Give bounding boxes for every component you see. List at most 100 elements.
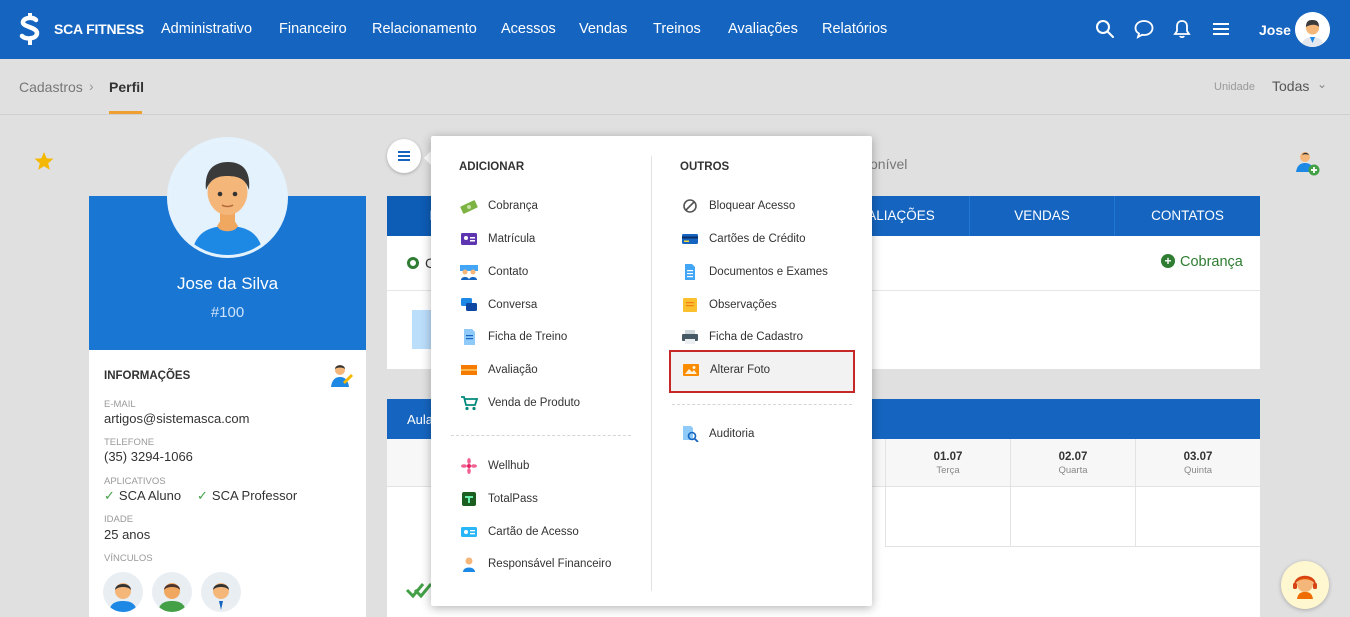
calendar-day-cell[interactable]	[1135, 487, 1260, 547]
support-chat-button[interactable]	[1281, 561, 1329, 609]
menu-item-label: Contato	[488, 266, 529, 278]
age-value: 25 anos	[104, 527, 151, 542]
bell-icon[interactable]	[1171, 18, 1193, 40]
nav-relatorios[interactable]: Relatórios	[822, 21, 887, 37]
menu-item-label: Observações	[709, 299, 777, 311]
dropdown-divider	[451, 435, 631, 436]
edit-user-icon[interactable]	[329, 363, 353, 389]
menu-item-label: Documentos e Exames	[709, 266, 828, 278]
add-user-icon[interactable]	[1294, 150, 1320, 176]
dropdown-column-divider	[651, 156, 652, 591]
actions-menu-button[interactable]	[387, 139, 421, 173]
linked-person-avatar[interactable]	[201, 572, 241, 612]
calendar-day-cell[interactable]	[1010, 487, 1135, 547]
person-avatar-icon	[109, 583, 137, 612]
nav-acessos[interactable]: Acessos	[501, 21, 556, 37]
hamburger-menu-icon[interactable]	[1210, 18, 1232, 40]
calendar-day-header[interactable]: 02.07 Quarta	[1010, 439, 1135, 487]
document-icon	[685, 264, 695, 280]
breadcrumb: Cadastros › Perfil Unidade Todas ⌄	[0, 59, 1350, 115]
menu-item-label: Conversa	[488, 299, 538, 311]
add-cobranca-label: Cobrança	[1180, 254, 1243, 270]
app-name: SCA Professor	[211, 488, 298, 503]
nav-vendas[interactable]: Vendas	[579, 21, 627, 37]
tab-contatos[interactable]: CONTATOS	[1114, 196, 1260, 236]
menu-item-label: Ficha de Cadastro	[709, 331, 803, 343]
dropdown-add-title: ADICIONAR	[459, 161, 525, 173]
menu-item-label: Bloquear Acesso	[709, 200, 796, 212]
day-name: Quinta	[1184, 465, 1212, 476]
sticky-note-icon	[683, 298, 697, 312]
linked-person-avatar[interactable]	[152, 572, 192, 612]
menu-item-label: Avaliação	[488, 364, 538, 376]
info-title: INFORMAÇÕES	[104, 370, 191, 382]
email-label: E-MAIL	[104, 399, 136, 410]
menu-item-label: Wellhub	[488, 460, 530, 472]
user-avatar[interactable]	[1295, 12, 1330, 47]
printer-icon	[682, 330, 698, 344]
menu-item-label: Matrícula	[488, 233, 536, 245]
nav-avaliacoes[interactable]: Avaliações	[728, 21, 798, 37]
check-icon: ✓	[197, 488, 208, 503]
person-avatar-icon	[207, 583, 235, 612]
links-label: VÍNCULOS	[104, 553, 153, 564]
day-date: 02.07	[1058, 451, 1088, 463]
credit-card-icon	[682, 234, 698, 244]
calendar-day-header[interactable]: 01.07 Terça	[885, 439, 1010, 487]
day-name: Terça	[936, 465, 960, 476]
totalpass-icon	[462, 492, 476, 506]
menu-item-label: Cobrança	[488, 200, 538, 212]
classes-panel-title: Aula	[407, 412, 434, 427]
user-avatar-icon	[1295, 12, 1330, 47]
day-name: Quarta	[1058, 465, 1088, 476]
sca-logo-icon[interactable]	[16, 12, 44, 46]
phone-value: (35) 3294-1066	[104, 449, 193, 464]
breadcrumb-active-underline	[109, 111, 142, 114]
id-card-icon	[461, 233, 477, 245]
nav-treinos[interactable]: Treinos	[653, 21, 701, 37]
person-avatar-icon	[158, 583, 186, 612]
profile-avatar[interactable]	[167, 137, 288, 258]
profile-id: #100	[210, 304, 245, 321]
tab-vendas[interactable]: VENDAS	[969, 196, 1114, 236]
block-icon	[683, 199, 697, 213]
search-icon[interactable]	[1094, 18, 1116, 40]
app-sca-professor: ✓ SCA Professor	[197, 488, 297, 504]
brand-name: SCA FITNESS	[54, 21, 144, 37]
menu-item-label: Alterar Foto	[710, 364, 771, 376]
card-placeholder	[412, 310, 432, 349]
person-icon	[463, 557, 475, 572]
favorite-star-icon[interactable]	[33, 150, 55, 172]
person-avatar-icon	[170, 140, 285, 255]
breadcrumb-separator: ›	[89, 78, 94, 94]
linked-person-avatar[interactable]	[103, 572, 143, 612]
chevron-down-icon[interactable]: ⌄	[1317, 77, 1327, 91]
radio-selected[interactable]	[407, 257, 419, 269]
add-cobranca-link[interactable]: + Cobrança	[1161, 254, 1243, 270]
breadcrumb-cadastros[interactable]: Cadastros	[19, 79, 83, 95]
menu-item-label: Cartões de Crédito	[709, 233, 806, 245]
wellhub-icon	[461, 458, 477, 474]
menu-item-label: TotalPass	[488, 493, 538, 505]
age-label: IDADE	[104, 514, 134, 525]
document-icon	[464, 329, 475, 345]
shopping-cart-icon	[461, 396, 478, 411]
username[interactable]: Jose	[1259, 22, 1291, 38]
chat-icon[interactable]	[1133, 18, 1155, 40]
menu-item-label: Responsável Financeiro	[488, 558, 612, 570]
unit-select[interactable]: Todas	[1272, 78, 1309, 94]
nav-relacionamento[interactable]: Relacionamento	[372, 21, 477, 37]
app-name: SCA Aluno	[118, 488, 182, 503]
calendar-day-cell[interactable]	[885, 487, 1010, 547]
profile-name: Jose da Silva	[176, 274, 279, 293]
calendar-day-header[interactable]: 03.07 Quinta	[1135, 439, 1260, 487]
access-card-icon	[461, 527, 477, 537]
breadcrumb-perfil: Perfil	[109, 79, 145, 95]
check-icon: ✓	[104, 488, 115, 503]
nav-financeiro[interactable]: Financeiro	[279, 21, 347, 37]
nav-administrativo[interactable]: Administrativo	[161, 21, 252, 37]
menu-item-label: Cartão de Acesso	[488, 526, 579, 538]
day-date: 01.07	[933, 451, 963, 463]
support-agent-icon	[1293, 575, 1317, 599]
conversation-icon	[461, 298, 477, 311]
